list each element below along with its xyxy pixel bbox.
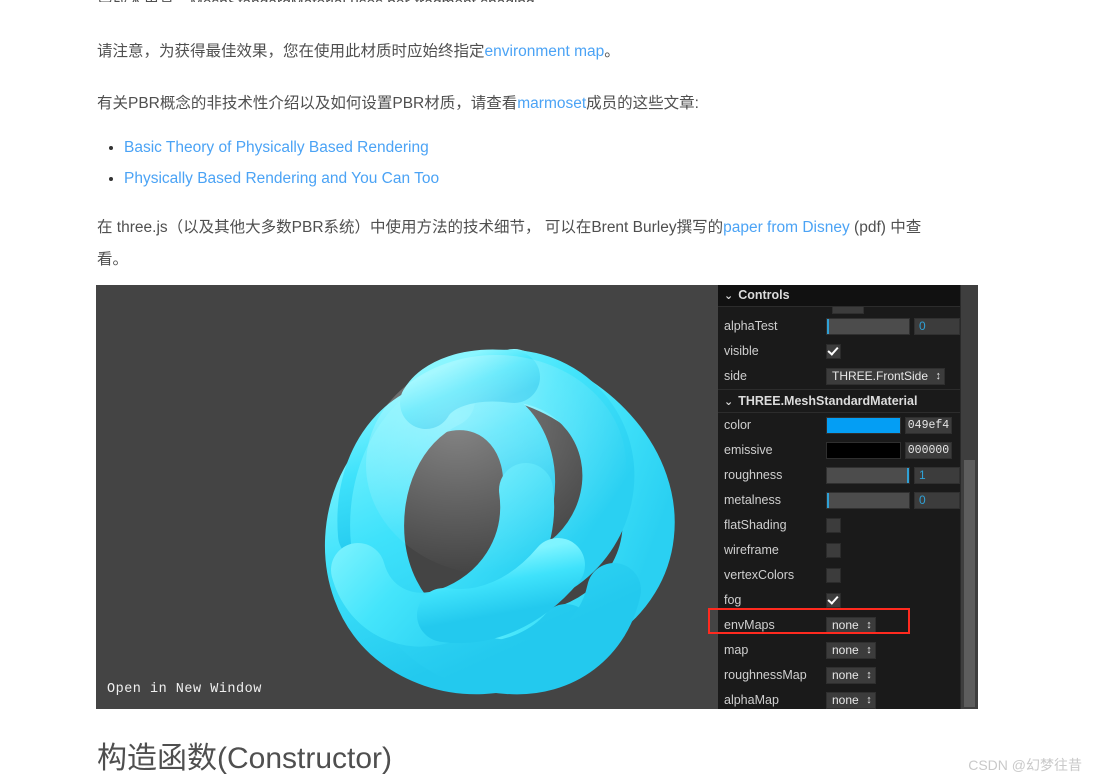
roughnessMap-select[interactable]: none [826,666,876,684]
control-label: emissive [724,443,773,457]
control-label: flatShading [724,518,787,532]
control-label: roughness [724,468,783,482]
alphaTest-value[interactable]: 0 [914,317,960,335]
clipped-control-row [718,307,963,314]
control-label: roughnessMap [724,668,807,682]
list-item: Basic Theory of Physically Based Renderi… [124,132,439,163]
threejs-viewer[interactable]: Open in New Window ⌄ Controls alphaTest 0 [96,285,978,709]
control-row-emissive[interactable]: emissive 000000 [718,438,963,463]
side-select[interactable]: THREE.FrontSide [826,367,946,385]
alphaTest-slider[interactable] [826,317,910,335]
control-row-wireframe[interactable]: wireframe [718,538,963,563]
control-row-envMaps[interactable]: envMaps none [718,613,963,638]
note-text-after: 。 [604,43,620,60]
article-link-pbr-you-can-too[interactable]: Physically Based Rendering and You Can T… [124,170,439,187]
control-row-side[interactable]: side THREE.FrontSide [718,364,963,389]
list-item: Physically Based Rendering and You Can T… [124,163,439,194]
control-row-color[interactable]: color 049ef4 [718,413,963,438]
controls-scrollbar-thumb[interactable] [964,460,975,707]
note-paragraph: 请注意，为获得最佳效果，您在使用此材质时应始终指定environment map… [97,36,620,68]
control-row-metalness[interactable]: metalness 0 [718,488,963,513]
roughness-slider[interactable] [826,466,910,484]
disney-paper-link[interactable]: paper from Disney [723,219,850,236]
control-row-roughnessMap[interactable]: roughnessMap none [718,663,963,688]
control-label: color [724,418,752,432]
folder-title-label: THREE.MeshStandardMaterial [738,394,918,408]
note-text-before: 请注意，为获得最佳效果，您在使用此材质时应始终指定 [97,43,485,60]
emissive-hex-value[interactable]: 000000 [905,441,952,459]
clipped-top-paragraph: 异成本更高。MeshStandardMaterial uses per-frag… [97,0,997,2]
control-label: alphaMap [724,693,779,707]
control-row-alphaMap[interactable]: alphaMap none [718,688,963,709]
color-hex-value[interactable]: 049ef4 [905,416,952,434]
controls-panel-title: Controls [738,288,790,302]
metalness-slider[interactable] [826,491,910,509]
open-in-new-window-link[interactable]: Open in New Window [107,682,262,697]
control-row-flatShading[interactable]: flatShading [718,513,963,538]
control-label: vertexColors [724,568,795,582]
flatShading-checkbox[interactable] [826,517,841,533]
control-label: envMaps [724,618,775,632]
metalness-value[interactable]: 0 [914,491,960,509]
control-label: side [724,369,747,383]
control-row-alphaTest[interactable]: alphaTest 0 [718,314,963,339]
roughness-value[interactable]: 1 [914,466,960,484]
webgl-canvas[interactable]: Open in New Window [96,285,718,709]
disney-paragraph: 在 three.js（以及其他大多数PBR系统）中使用方法的技术细节， 可以在B… [97,212,939,276]
alphaMap-select[interactable]: none [826,691,876,709]
csdn-watermark: CSDN @幻梦往昔 [968,757,1082,773]
fog-checkbox[interactable] [826,592,841,608]
folder-header-mesh-standard-material[interactable]: ⌄ THREE.MeshStandardMaterial [718,389,963,413]
color-swatch[interactable] [826,416,901,434]
wireframe-checkbox[interactable] [826,542,841,558]
envMaps-select[interactable]: none [826,616,876,634]
controls-panel-header[interactable]: ⌄ Controls [718,285,963,307]
clipped-row-control [832,307,864,314]
control-row-roughness[interactable]: roughness 1 [718,463,963,488]
controls-panel: ⌄ Controls alphaTest 0 visible side THRE… [718,285,963,709]
pbr-text-before: 有关PBR概念的非技术性介绍以及如何设置PBR材质，请查看 [97,95,518,112]
environment-map-link[interactable]: environment map [485,43,605,60]
chevron-down-icon: ⌄ [724,290,734,302]
control-label: fog [724,593,742,607]
map-select[interactable]: none [826,641,876,659]
control-row-map[interactable]: map none [718,638,963,663]
torus-knot-render [96,285,718,709]
control-row-vertexColors[interactable]: vertexColors [718,563,963,588]
control-label: metalness [724,493,781,507]
pbr-text-after: 成员的这些文章: [586,95,699,112]
chevron-down-icon: ⌄ [724,396,734,408]
visible-checkbox[interactable] [826,343,841,359]
pbr-intro-paragraph: 有关PBR概念的非技术性介绍以及如何设置PBR材质，请查看marmoset成员的… [97,88,699,120]
control-label: map [724,643,749,657]
controls-panel-body: alphaTest 0 visible side THREE.FrontSide… [718,307,963,709]
control-row-fog[interactable]: fog [718,588,963,613]
control-label: visible [724,344,759,358]
controls-scrollbar-track[interactable] [960,285,978,709]
control-label: wireframe [724,543,779,557]
page-root: 异成本更高。MeshStandardMaterial uses per-frag… [0,0,1096,783]
reference-link-list: Basic Theory of Physically Based Renderi… [97,132,439,194]
control-row-visible[interactable]: visible [718,339,963,364]
emissive-swatch[interactable] [826,441,901,459]
article-link-basic-theory[interactable]: Basic Theory of Physically Based Renderi… [124,139,429,156]
vertexColors-checkbox[interactable] [826,567,841,583]
control-label: alphaTest [724,319,778,333]
disney-text-before: 在 three.js（以及其他大多数PBR系统）中使用方法的技术细节， 可以在B… [97,219,724,236]
marmoset-link[interactable]: marmoset [517,95,586,112]
page-title: 构造函数(Constructor) [97,742,393,775]
